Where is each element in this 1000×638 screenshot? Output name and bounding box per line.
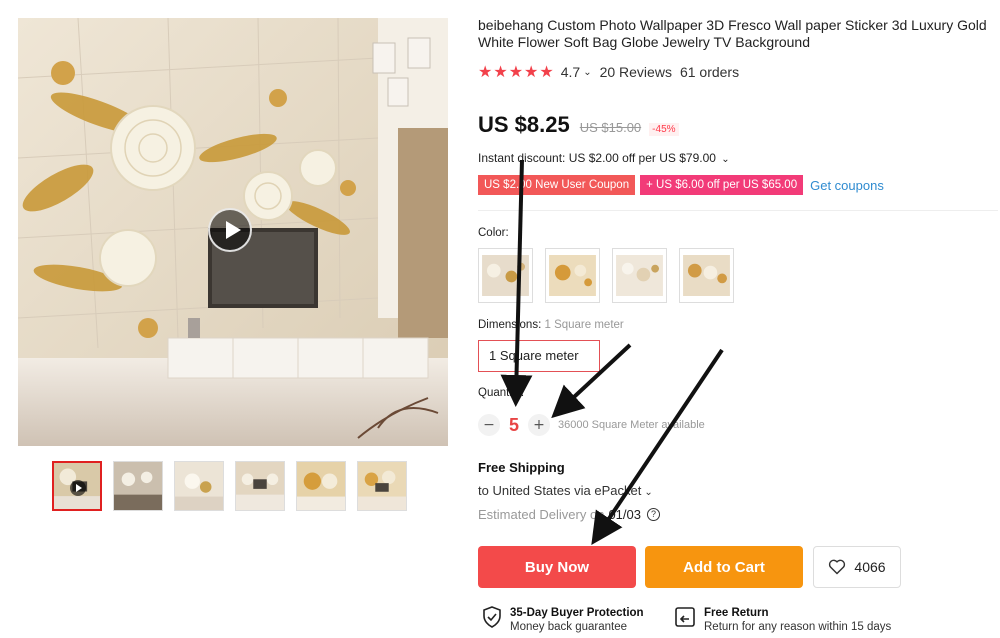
quantity-increase-button[interactable]: +: [528, 414, 550, 436]
thumbnail-2[interactable]: [113, 461, 163, 511]
free-return[interactable]: Free Return Return for any reason within…: [674, 606, 891, 634]
thumbnail-strip: [52, 461, 407, 511]
shipping-destination[interactable]: to United States via ePacket ⌄: [478, 483, 653, 498]
color-option-4[interactable]: [679, 248, 734, 303]
main-product-image[interactable]: [18, 18, 448, 446]
heart-icon: [829, 559, 846, 575]
buyer-protection[interactable]: 35-Day Buyer Protection Money back guara…: [482, 606, 644, 634]
color-option-1[interactable]: [478, 248, 533, 303]
thumbnail-image: [114, 462, 162, 510]
dimensions-selected-value: 1 Square meter: [544, 319, 624, 331]
shield-check-icon: [483, 606, 501, 628]
shipping-title: Free Shipping: [478, 460, 565, 475]
swatch-image: [683, 255, 730, 296]
free-return-subtitle: Return for any reason within 15 days: [704, 621, 892, 633]
wishlist-count: 4066: [854, 559, 886, 575]
store-coupon[interactable]: + US $6.00 off per US $65.00: [640, 175, 804, 195]
original-price: US $15.00: [579, 120, 642, 135]
shipping-destination-text: to United States via ePacket: [478, 483, 642, 498]
divider: [478, 210, 998, 211]
coupon-row: US $2.00 New User Coupon + US $6.00 off …: [478, 175, 884, 195]
thumbnail-5[interactable]: [296, 461, 346, 511]
swatch-image: [482, 255, 529, 296]
color-label: Color:: [478, 227, 509, 239]
color-option-2[interactable]: [545, 248, 600, 303]
instant-discount[interactable]: Instant discount: US $2.00 off per US $7…: [478, 151, 730, 165]
price-row: US $8.25 US $15.00 -45%: [478, 112, 679, 138]
thumbnail-6[interactable]: [357, 461, 407, 511]
orders-count: 61 orders: [679, 64, 740, 80]
quantity-value[interactable]: 5: [500, 415, 528, 436]
add-to-cart-button[interactable]: Add to Cart: [645, 546, 803, 588]
discount-badge: -45%: [649, 123, 679, 136]
stock-available: 36000 Square Meter available: [558, 419, 705, 431]
return-icon: [675, 607, 695, 627]
chevron-down-icon: ⌄: [644, 487, 653, 498]
wishlist-button[interactable]: 4066: [813, 546, 901, 588]
get-coupons-link[interactable]: Get coupons: [810, 178, 884, 193]
buyer-protection-title: 35-Day Buyer Protection: [510, 607, 644, 619]
delivery-date: 01/03: [608, 507, 641, 522]
swatch-image: [616, 255, 663, 296]
thumbnail-video[interactable]: [52, 461, 102, 511]
play-icon: [70, 480, 86, 496]
estimated-delivery: Estimated Delivery on 01/03 ?: [478, 507, 660, 522]
dimension-option-1-square-meter[interactable]: 1 Square meter: [478, 340, 600, 372]
thumbnail-image: [236, 462, 284, 510]
quantity-stepper: − 5 + 36000 Square Meter available: [478, 414, 705, 436]
delivery-label: Estimated Delivery on: [478, 507, 605, 522]
chevron-down-icon[interactable]: ⌄: [583, 67, 591, 78]
help-icon[interactable]: ?: [647, 508, 660, 521]
current-price: US $8.25: [478, 112, 570, 137]
video-play-button[interactable]: [208, 208, 252, 252]
chevron-down-icon: ⌄: [721, 154, 730, 165]
rating-value[interactable]: 4.7: [561, 64, 580, 80]
thumbnail-image: [358, 462, 406, 510]
quantity-label: Quantity:: [478, 387, 525, 399]
buyer-protection-subtitle: Money back guarantee: [510, 621, 627, 633]
instant-discount-text: Instant discount: US $2.00 off per US $7…: [478, 151, 716, 165]
star-rating-icon: ★★★★★: [478, 64, 555, 81]
thumbnail-4[interactable]: [235, 461, 285, 511]
color-option-3[interactable]: [612, 248, 667, 303]
thumbnail-image: [175, 462, 223, 510]
quantity-decrease-button[interactable]: −: [478, 414, 500, 436]
color-swatches: [478, 248, 734, 303]
rating-row: ★★★★★ 4.7 ⌄ 20 Reviews 61 orders: [478, 62, 739, 82]
swatch-image: [549, 255, 596, 296]
product-title: beibehang Custom Photo Wallpaper 3D Fres…: [478, 17, 987, 50]
new-user-coupon[interactable]: US $2.00 New User Coupon: [478, 175, 636, 195]
thumbnail-image: [297, 462, 345, 510]
dimensions-label-text: Dimensions:: [478, 319, 542, 331]
reviews-link[interactable]: 20 Reviews: [600, 64, 672, 80]
dimensions-label: Dimensions: 1 Square meter: [478, 319, 624, 331]
thumbnail-3[interactable]: [174, 461, 224, 511]
free-return-title: Free Return: [704, 607, 769, 619]
buy-now-button[interactable]: Buy Now: [478, 546, 636, 588]
